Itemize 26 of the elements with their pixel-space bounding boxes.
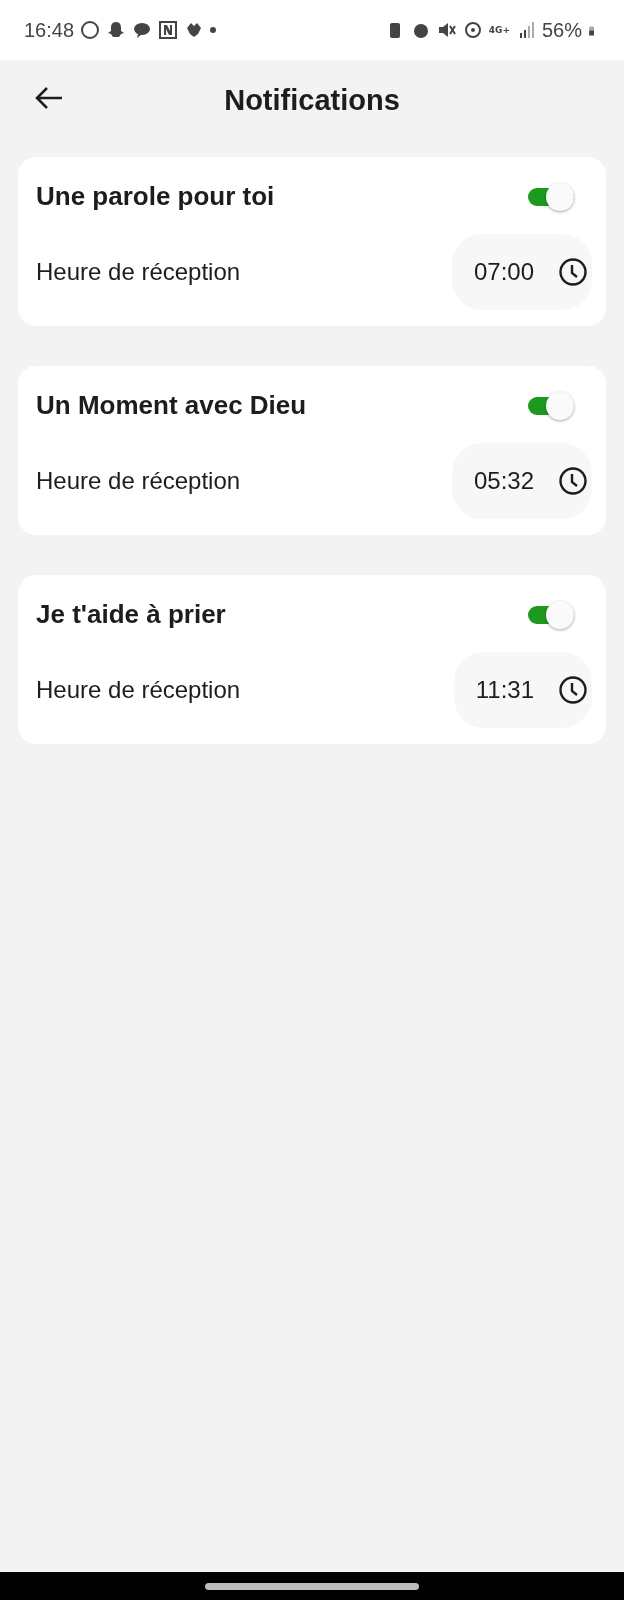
back-arrow-icon [34,86,64,110]
time-picker-button[interactable]: 11:31 [453,652,592,728]
page-title: Notifications [224,83,400,117]
field-label: Heure de réception [36,467,241,495]
status-time: 16:48 [24,18,75,42]
speech-bubbles-icon [132,20,153,40]
mute-icon [436,20,457,40]
hotspot-icon [462,20,483,40]
battery-percentage: 56% [541,18,582,42]
field-label: Heure de réception [36,676,241,704]
home-indicator[interactable] [205,1582,419,1590]
dot-icon [210,27,217,33]
toggle-switch[interactable] [528,390,574,421]
clock-icon [558,257,588,287]
time-picker-button[interactable]: 07:00 [451,234,592,310]
card-title: Je t'aide à prier [36,599,226,630]
square-icon [158,20,179,40]
network-type: 4G+ [488,25,510,35]
card-title: Un Moment avec Dieu [36,390,307,421]
clock-icon [558,466,588,496]
field-label: Heure de réception [36,258,241,286]
toggle-switch[interactable] [528,181,574,212]
clock-icon [558,675,588,705]
toggle-switch[interactable] [528,599,574,630]
card-title: Une parole pour toi [36,181,275,212]
time-picker-button[interactable]: 05:32 [451,443,592,519]
